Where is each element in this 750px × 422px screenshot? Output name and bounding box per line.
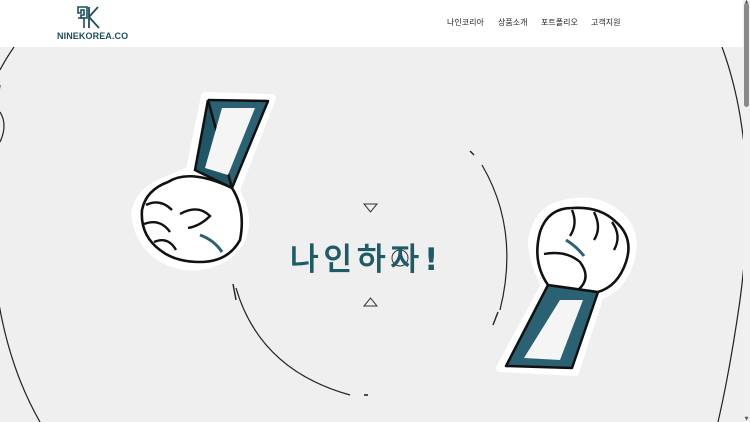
inner-arc-bottom-left (235, 287, 351, 396)
inner-arc-right (481, 164, 508, 311)
left-hand-illustration (131, 92, 276, 271)
right-hand-illustration (496, 197, 637, 376)
scroll-down-arrow-icon[interactable]: ▼ (744, 417, 749, 422)
nav-item-portfolio[interactable]: 포트폴리오 (541, 17, 578, 28)
page: NINEKOREA.CO 나인코리아 상품소개 포트폴리오 고객지원 나인하자!… (0, 0, 750, 422)
triangle-up-icon (362, 297, 379, 307)
outer-arc-right (717, 47, 743, 422)
outer-arc-left-top (0, 47, 15, 71)
hero-section: 나인하자! (0, 47, 743, 422)
site-header: NINEKOREA.CO 나인코리아 상품소개 포트폴리오 고객지원 (0, 0, 743, 47)
nav-item-ninekorea[interactable]: 나인코리아 (447, 17, 484, 28)
nk-logo-icon (77, 6, 100, 29)
nav-item-products[interactable]: 상품소개 (498, 17, 527, 28)
triangle-down-icon (362, 203, 379, 213)
small-arc-left (0, 111, 5, 143)
nav-item-support[interactable]: 고객지원 (591, 17, 620, 28)
inner-arc-right-end (492, 311, 499, 326)
inner-arc-tick (232, 283, 237, 301)
inner-arc-right-tick (469, 150, 475, 156)
scrollbar-thumb[interactable] (744, 3, 749, 107)
logo[interactable]: NINEKOREA.CO (57, 6, 129, 42)
scrollbar[interactable]: ▲ ▼ (743, 0, 750, 422)
hero-headline: 나인하자! (290, 242, 444, 278)
outer-arc-left (0, 85, 41, 422)
logo-text: NINEKOREA.CO (57, 31, 129, 41)
